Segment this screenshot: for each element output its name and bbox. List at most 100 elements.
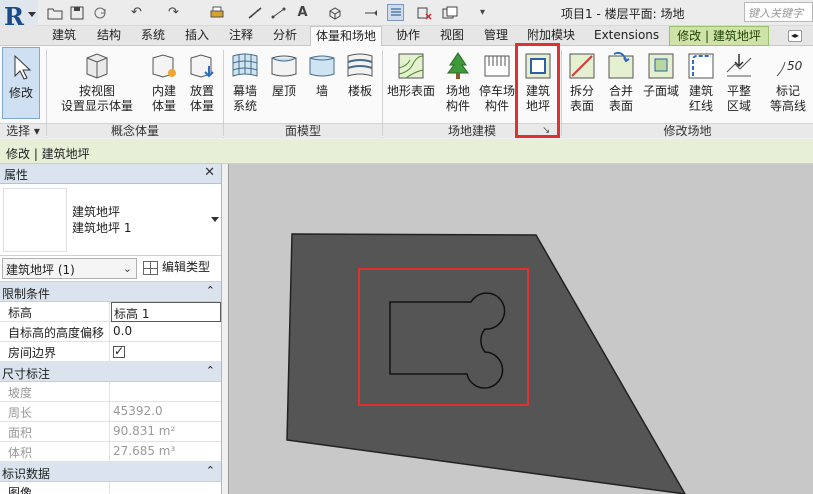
property-line-button[interactable]: 建筑 红线 xyxy=(683,46,719,122)
dialog-launcher-icon[interactable]: ↘ xyxy=(542,125,550,136)
properties-header: 属性 ✕ xyxy=(0,164,221,184)
collapse-icon[interactable]: ⌃ xyxy=(206,284,215,297)
tab-structure[interactable]: 结构 xyxy=(88,26,130,46)
tab-massing-and-site[interactable]: 体量和场地 xyxy=(310,26,382,47)
search-input[interactable]: 键入关键字 xyxy=(744,2,813,22)
property-row-area: 面积 90.831 m² xyxy=(0,422,221,442)
collapse-icon[interactable]: ⌃ xyxy=(206,464,215,477)
in-place-mass-icon xyxy=(152,54,176,78)
height-offset-field[interactable]: 0.0 xyxy=(111,322,221,342)
collapse-icon[interactable]: ⌃ xyxy=(206,364,215,377)
property-row-room-bounding: 房间边界 xyxy=(0,342,221,362)
place-mass-button[interactable]: 放置 体量 xyxy=(184,46,220,122)
ribbon-minimize-icon[interactable]: ◂▸ xyxy=(788,30,802,42)
chevron-down-icon: ⌄ xyxy=(122,262,132,275)
property-row-image: 图像 xyxy=(0,482,221,494)
redo-icon[interactable]: ↷ xyxy=(165,4,182,21)
close-icon[interactable]: ✕ xyxy=(204,165,215,180)
section-dimensions[interactable]: 尺寸标注 ⌃ xyxy=(0,362,221,382)
type-name: 建筑地坪 1 xyxy=(72,221,132,235)
section-identity-data[interactable]: 标识数据 ⌃ xyxy=(0,462,221,482)
building-pad-icon xyxy=(525,53,551,79)
tab-view[interactable]: 视图 xyxy=(431,26,473,46)
in-place-mass-button[interactable]: 内建 体量 xyxy=(146,46,182,122)
drawing-area[interactable] xyxy=(228,164,813,494)
merge-surfaces-icon xyxy=(608,51,634,79)
sync-icon[interactable] xyxy=(92,4,109,21)
toposurface-button[interactable]: 地形表面 xyxy=(384,46,438,122)
subregion-icon xyxy=(648,53,674,79)
graded-region-button[interactable]: 平整 区域 xyxy=(721,46,757,122)
roof-by-face-button[interactable]: 屋顶 xyxy=(266,46,302,122)
split-surface-button[interactable]: 拆分 表面 xyxy=(563,46,601,122)
level-field[interactable]: 标高 1 xyxy=(111,302,221,322)
label-contours-button[interactable]: 50 标记 等高线 xyxy=(763,46,813,122)
floor-by-face-icon xyxy=(347,53,373,77)
tab-collaborate[interactable]: 协作 xyxy=(387,26,429,46)
chevron-down-icon[interactable] xyxy=(211,217,219,222)
edit-type-button[interactable]: 编辑类型 xyxy=(142,258,210,279)
measure-icon[interactable] xyxy=(246,4,263,21)
modify-button[interactable]: 修改 xyxy=(2,47,40,119)
label-contours-icon: 50 xyxy=(776,59,803,77)
tab-systems[interactable]: 系统 xyxy=(132,26,174,46)
parking-icon xyxy=(484,55,510,77)
parking-component-button[interactable]: 停车场 构件 xyxy=(478,46,516,122)
ribbon: 修改 选择 ▾ 按视图 设置显示体量 内建 体量 放置 体量 概念体量 幕墙 系… xyxy=(0,46,813,138)
chevron-down-icon xyxy=(28,12,36,17)
print-icon[interactable] xyxy=(208,4,225,21)
switch-windows-icon[interactable] xyxy=(442,4,459,21)
tree-icon xyxy=(447,52,469,79)
curtain-system-button[interactable]: 幕墙 系统 xyxy=(226,46,264,122)
cursor-arrow-icon xyxy=(14,54,32,80)
property-row-level: 标高 标高 1 xyxy=(0,302,221,322)
section-icon[interactable] xyxy=(362,4,379,21)
building-pad-button[interactable]: 建筑 地坪 xyxy=(518,46,558,122)
split-surface-icon xyxy=(569,53,595,79)
property-row-volume: 体积 27.685 m³ xyxy=(0,442,221,462)
aligned-dimension-icon[interactable] xyxy=(270,4,287,21)
tab-add-ins[interactable]: 附加模块 xyxy=(519,26,583,46)
curtain-system-icon xyxy=(232,53,258,77)
type-preview-image xyxy=(3,188,67,252)
options-bar: 修改 | 建筑地坪 xyxy=(0,139,813,164)
merge-surfaces-button[interactable]: 合并 表面 xyxy=(603,46,639,122)
tab-manage[interactable]: 管理 xyxy=(475,26,517,46)
roof-by-face-icon xyxy=(271,55,297,77)
room-bounding-checkbox[interactable] xyxy=(113,344,125,358)
property-row-height-offset: 自标高的高度偏移 0.0 xyxy=(0,322,221,342)
title-bar: R ↶ ↷ A ▾ 项目1 - 楼层平面: 场地 键入关键字 xyxy=(0,0,813,31)
tab-modify-building-pad[interactable]: 修改 | 建筑地坪 xyxy=(669,26,769,46)
3d-view-icon[interactable] xyxy=(326,4,343,21)
wall-by-face-button[interactable]: 墙 xyxy=(304,46,340,122)
thin-lines-icon[interactable] xyxy=(387,4,404,21)
tab-insert[interactable]: 插入 xyxy=(176,26,218,46)
section-constraints[interactable]: 限制条件 ⌃ xyxy=(0,282,221,302)
instance-filter-select[interactable]: 建筑地坪 (1) ⌄ xyxy=(2,258,137,279)
type-selector[interactable]: 建筑地坪 建筑地坪 1 xyxy=(0,184,221,256)
tab-analyze[interactable]: 分析 xyxy=(264,26,306,46)
property-row-perimeter: 周长 45392.0 xyxy=(0,402,221,422)
subregion-button[interactable]: 子面域 xyxy=(641,46,681,122)
text-icon[interactable]: A xyxy=(294,4,311,21)
undo-icon[interactable]: ↶ xyxy=(128,4,145,21)
site-component-button[interactable]: 场地 构件 xyxy=(440,46,476,122)
show-mass-button[interactable]: 按视图 设置显示体量 xyxy=(52,46,142,122)
toposurface-region[interactable] xyxy=(286,233,686,494)
panel-modify-site-label: 修改场地 xyxy=(562,123,813,138)
tab-annotate[interactable]: 注释 xyxy=(220,26,262,46)
ribbon-tab-bar: 建筑 结构 系统 插入 注释 分析 体量和场地 协作 视图 管理 附加模块 Ex… xyxy=(0,26,813,47)
open-icon[interactable] xyxy=(46,4,63,21)
tab-extensions[interactable]: Extensions xyxy=(590,26,662,46)
wall-by-face-icon xyxy=(309,55,335,77)
properties-palette: 属性 ✕ 建筑地坪 建筑地坪 1 建筑地坪 (1) ⌄ 编辑类型 限制条件 ⌃ … xyxy=(0,164,222,494)
customize-qat-icon[interactable]: ▾ xyxy=(474,4,491,21)
svg-text:50: 50 xyxy=(787,59,803,73)
tab-architecture[interactable]: 建筑 xyxy=(42,26,86,46)
close-hidden-windows-icon[interactable] xyxy=(416,4,433,21)
save-icon[interactable] xyxy=(68,4,85,21)
floor-by-face-button[interactable]: 楼板 xyxy=(342,46,378,122)
edit-type-icon xyxy=(143,261,158,275)
panel-conceptual-mass-label: 概念体量 xyxy=(47,123,223,138)
panel-select-label[interactable]: 选择 ▾ xyxy=(0,123,46,138)
